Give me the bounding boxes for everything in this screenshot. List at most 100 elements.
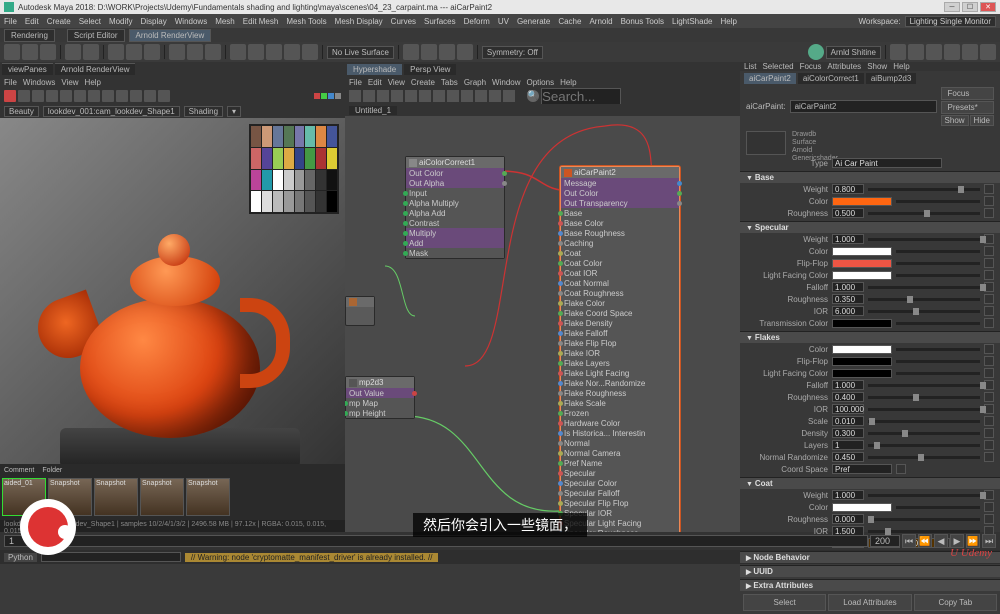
ae-section-flakes[interactable]: Flakes	[740, 331, 1000, 343]
play-forward-icon[interactable]: ▶	[950, 534, 964, 548]
hs-search-input[interactable]	[541, 88, 621, 105]
node-cp-outcolor[interactable]: Out Color	[561, 188, 679, 198]
ae-hide-button[interactable]: Hide	[970, 115, 994, 126]
ae-slider[interactable]	[896, 262, 980, 265]
attribute-editor-icon[interactable]	[962, 44, 978, 60]
ae-slider[interactable]	[868, 420, 980, 423]
maximize-button[interactable]: ☐	[962, 2, 978, 12]
node-graph[interactable]: aiColorCorrect1 Out Color Out Alpha Inpu…	[345, 116, 740, 532]
rotate-tool-icon[interactable]	[187, 44, 203, 60]
node-cp-input-23[interactable]: Normal	[561, 438, 679, 448]
hs-menu-view[interactable]: View	[388, 78, 405, 87]
node-cp-outtrans[interactable]: Out Transparency	[561, 198, 679, 208]
ae-copytab-button[interactable]: Copy Tab	[914, 594, 997, 611]
ae-section-extraattrs[interactable]: Extra Attributes	[740, 579, 1000, 591]
play-back-icon[interactable]: ◀	[934, 534, 948, 548]
ae-map-button[interactable]	[984, 440, 994, 450]
hs-menu-graph[interactable]: Graph	[464, 78, 486, 87]
ae-value-field[interactable]: 0.500	[832, 208, 864, 218]
node-cp-input-18[interactable]: Flake Roughness	[561, 388, 679, 398]
snap-curve-icon[interactable]	[248, 44, 264, 60]
ae-map-button[interactable]	[984, 416, 994, 426]
rv-menu-view[interactable]: View	[61, 78, 78, 87]
menu-arnold[interactable]: Arnold	[589, 17, 612, 26]
node-cp-input-1[interactable]: Base Color	[561, 218, 679, 228]
rv-shading-dropdown[interactable]: Shading	[184, 106, 223, 117]
ae-section-base[interactable]: Base	[740, 171, 1000, 183]
menu-generate[interactable]: Generate	[517, 17, 550, 26]
menu-meshdisplay[interactable]: Mesh Display	[335, 17, 383, 26]
ae-slider[interactable]	[896, 250, 980, 253]
ae-map-button[interactable]	[984, 344, 994, 354]
menu-surfaces[interactable]: Surfaces	[424, 17, 456, 26]
hs-tool-clear-icon[interactable]	[405, 90, 417, 102]
hs-tool-show-icon[interactable]	[461, 90, 473, 102]
ae-map-button[interactable]	[984, 184, 994, 194]
layer-editor-icon[interactable]	[944, 44, 960, 60]
menu-select[interactable]: Select	[79, 17, 101, 26]
ae-map-button[interactable]	[984, 356, 994, 366]
node-aicarpaint2[interactable]: aiCarPaint2 Message Out Color Out Transp…	[560, 166, 680, 532]
ae-value-field[interactable]: 0.010	[832, 416, 864, 426]
node-aicolorcorrect1[interactable]: aiColorCorrect1 Out Color Out Alpha Inpu…	[405, 156, 505, 259]
ae-tab-aicarpaint2[interactable]: aiCarPaint2	[744, 73, 796, 84]
redo-icon[interactable]	[83, 44, 99, 60]
node-fragment-1[interactable]	[345, 296, 375, 326]
step-forward-icon[interactable]: ⏩	[966, 534, 980, 548]
ae-loadattrs-button[interactable]: Load Attributes	[828, 594, 911, 611]
workspace-dropdown[interactable]: Lighting Single Monitor	[905, 16, 996, 27]
rv-aov-dropdown[interactable]: Beauty	[4, 106, 39, 117]
ae-slider[interactable]	[896, 372, 980, 375]
rv-menu-windows[interactable]: Windows	[23, 78, 55, 87]
ae-value-field[interactable]: 6.000	[832, 306, 864, 316]
node-cp-input-20[interactable]: Frozen	[561, 408, 679, 418]
ae-map-button[interactable]	[984, 428, 994, 438]
ae-slider[interactable]	[868, 286, 980, 289]
ae-slider[interactable]	[868, 494, 980, 497]
ae-type-dropdown[interactable]: Ai Car Paint	[832, 158, 942, 168]
node-cp-input-14[interactable]: Flake IOR	[561, 348, 679, 358]
node-cp-input-9[interactable]: Flake Color	[561, 298, 679, 308]
hs-graph-tab-untitled[interactable]: Untitled_1	[349, 106, 397, 115]
move-tool-icon[interactable]	[169, 44, 185, 60]
ae-map-button[interactable]	[984, 502, 994, 512]
hs-tool-graph-materials-icon[interactable]	[349, 90, 361, 102]
rv-camera-dropdown[interactable]: lookdev_001:cam_lookdev_Shape1	[43, 106, 180, 117]
hs-tab-hypershade[interactable]: Hypershade	[347, 64, 402, 75]
node-cp-input-6[interactable]: Coat IOR	[561, 268, 679, 278]
node-port-multiply[interactable]: Multiply	[406, 228, 504, 238]
menu-meshtools[interactable]: Mesh Tools	[286, 17, 326, 26]
rv-stop-icon[interactable]	[18, 90, 30, 102]
render-image[interactable]	[0, 118, 345, 464]
ae-slider[interactable]	[868, 384, 980, 387]
ae-slider[interactable]	[896, 322, 980, 325]
rv-tab-arnold[interactable]: Arnold RenderView	[55, 63, 136, 75]
rv-isolate-icon[interactable]	[88, 90, 100, 102]
ae-focus-button[interactable]: Focus	[941, 87, 994, 100]
ae-value-field[interactable]: 1.000	[832, 380, 864, 390]
ae-menu-list[interactable]: List	[744, 62, 756, 71]
scale-tool-icon[interactable]	[205, 44, 221, 60]
hs-tool-container-icon[interactable]	[503, 90, 515, 102]
menu-edit[interactable]: Edit	[25, 17, 39, 26]
rv-crop-icon[interactable]	[102, 90, 114, 102]
ae-map-button[interactable]	[984, 258, 994, 268]
timeline-end-field[interactable]: 200	[870, 535, 900, 547]
node-port-outalpha[interactable]: Out Alpha	[406, 178, 504, 188]
lasso-tool-icon[interactable]	[126, 44, 142, 60]
node-port-add[interactable]: Add	[406, 238, 504, 248]
rv-thumb-tab-folder[interactable]: Folder	[42, 467, 62, 474]
node-cp-input-15[interactable]: Flake Layers	[561, 358, 679, 368]
ae-section-coat[interactable]: Coat	[740, 477, 1000, 489]
hs-menu-help[interactable]: Help	[560, 78, 576, 87]
construction-history-icon[interactable]	[403, 44, 419, 60]
rv-refresh-icon[interactable]	[32, 90, 44, 102]
ae-map-button[interactable]	[984, 368, 994, 378]
select-tool-icon[interactable]	[108, 44, 124, 60]
ae-section-uuid[interactable]: UUID	[740, 565, 1000, 577]
ae-color-swatch[interactable]	[832, 271, 892, 280]
ae-name-field[interactable]: aiCarPaint2	[790, 100, 937, 113]
moduleset-dropdown[interactable]: Rendering	[4, 29, 55, 42]
ae-color-swatch[interactable]	[832, 345, 892, 354]
menu-display[interactable]: Display	[141, 17, 167, 26]
